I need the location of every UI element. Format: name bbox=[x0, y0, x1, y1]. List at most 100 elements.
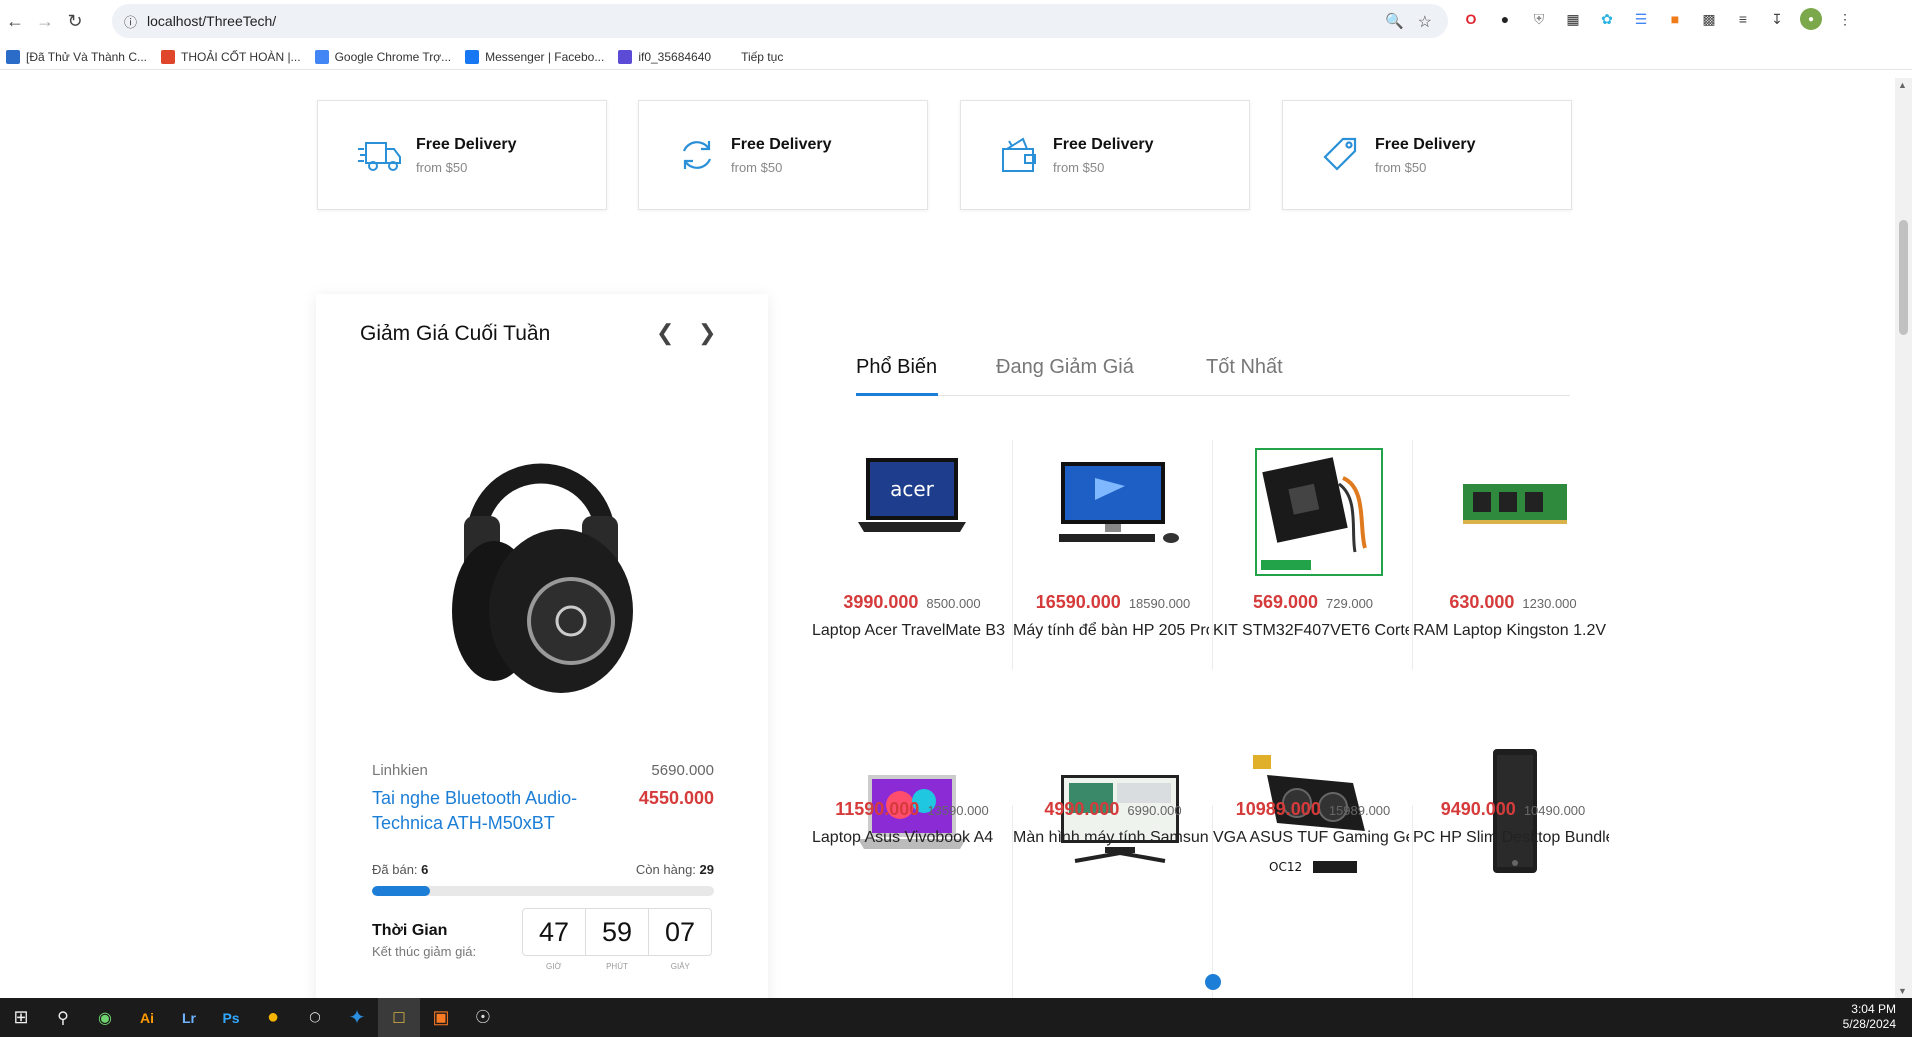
bookmarks-bar: [Đã Thử Và Thành C... THOẢI CỐT HOÀN |...… bbox=[0, 44, 1912, 70]
stock-count: Còn hàng: 29 bbox=[635, 862, 714, 877]
product-old-price: 10490.000 bbox=[1523, 803, 1586, 818]
chrome-icon[interactable]: ● bbox=[252, 998, 294, 1037]
page-scrollbar[interactable]: ▲ ▼ bbox=[1895, 78, 1912, 998]
search-icon[interactable]: ⚲ bbox=[42, 998, 84, 1037]
bookmark-item[interactable]: Tiếp tục bbox=[741, 50, 783, 64]
product-tabs: Phổ Biến Đang Giảm Giá Tốt Nhất bbox=[856, 356, 1570, 396]
zoom-icon[interactable]: 🔍 bbox=[1385, 12, 1404, 32]
extension-icon[interactable]: ● bbox=[1494, 8, 1516, 30]
vscode-icon[interactable]: ✦ bbox=[336, 998, 378, 1037]
time-sublabel: Kết thúc giảm giá: bbox=[372, 944, 477, 959]
ram-stick-image[interactable] bbox=[1455, 448, 1571, 558]
feature-box: Free Delivery from $50 bbox=[1282, 100, 1572, 210]
system-clock[interactable]: 3:04 PM 5/28/2024 bbox=[1843, 1002, 1896, 1032]
product-new-price: 9490.000 bbox=[1440, 799, 1516, 819]
feature-title: Free Delivery bbox=[731, 135, 832, 153]
desktop-hp-image[interactable] bbox=[1055, 448, 1185, 558]
url-text[interactable]: localhost/ThreeTech/ bbox=[147, 13, 276, 29]
scrollbar-thumb[interactable] bbox=[1899, 220, 1908, 335]
reload-icon[interactable]: ↻ bbox=[60, 6, 90, 36]
weekend-deal-card: Giảm Giá Cuối Tuần ❮ ❯ Linhkien 5690.000… bbox=[316, 294, 768, 998]
app-green-icon[interactable]: ◉ bbox=[84, 998, 126, 1037]
bookmark-item[interactable]: THOẢI CỐT HOÀN |... bbox=[160, 49, 301, 64]
product-card[interactable]: 569.000 729.000 KIT STM32F407VET6 Cortex bbox=[1212, 440, 1412, 670]
countdown-seconds: 07 bbox=[664, 916, 696, 947]
bookmark-star-icon[interactable]: ☆ bbox=[1418, 12, 1432, 32]
address-bar[interactable]: ⓘ localhost/ThreeTech/ 🔍 ☆ bbox=[112, 4, 1448, 38]
product-card[interactable]: acer 3990.000 8500.000 Laptop Acer Travel… bbox=[812, 440, 1012, 670]
bookmark-favicon-icon bbox=[160, 49, 175, 64]
scroll-down-icon[interactable]: ▼ bbox=[1898, 986, 1907, 996]
product-name[interactable]: VGA ASUS TUF Gaming GeForce bbox=[1213, 829, 1409, 847]
windows-start-icon[interactable]: ⊞ bbox=[0, 998, 42, 1037]
bookmark-label: THOẢI CỐT HOÀN |... bbox=[180, 49, 301, 64]
headphone-image[interactable] bbox=[446, 406, 636, 696]
product-card[interactable]: 4990.000 6990.000 Màn hình máy tính Samsu… bbox=[1012, 775, 1212, 998]
bookmark-label: Messenger | Facebo... bbox=[485, 49, 605, 64]
chevron-right-icon[interactable]: ❯ bbox=[698, 320, 716, 346]
product-old-price: 1230.000 bbox=[1522, 596, 1577, 611]
price-tag-icon bbox=[1323, 137, 1357, 171]
bookmark-item[interactable]: Google Chrome Trợ... bbox=[314, 49, 451, 64]
product-new-price: 16590.000 bbox=[1035, 592, 1121, 612]
shield-icon[interactable]: ⛨ bbox=[1528, 8, 1550, 30]
laptop-acer-image[interactable]: acer bbox=[854, 448, 970, 558]
xampp-icon[interactable]: ▣ bbox=[420, 998, 462, 1037]
product-card[interactable]: 11590.000 13590.000 Laptop Asus Vivobook … bbox=[812, 775, 1012, 998]
tab-best[interactable]: Tốt Nhất bbox=[1206, 356, 1283, 379]
feature-box: Free Delivery from $50 bbox=[960, 100, 1250, 210]
product-name[interactable]: PC HP Slim Desktop Bundle bbox=[1413, 829, 1609, 847]
bookmark-item[interactable]: Messenger | Facebo... bbox=[465, 49, 605, 64]
photoshop-icon[interactable]: Ps bbox=[210, 998, 252, 1037]
illustrator-icon[interactable]: Ai bbox=[126, 998, 168, 1037]
product-name[interactable]: KIT STM32F407VET6 Cortex bbox=[1213, 622, 1409, 640]
file-explorer-icon[interactable]: □ bbox=[378, 998, 420, 1037]
product-card[interactable]: 16590.000 18590.000 Máy tính để bàn HP 20… bbox=[1012, 440, 1212, 670]
laptop-asus-image[interactable] bbox=[854, 769, 970, 879]
bookmark-item[interactable]: if0_35684640 bbox=[618, 49, 711, 64]
more-icon[interactable]: ⋮ bbox=[1834, 8, 1856, 30]
product-name[interactable]: Máy tính để bàn HP 205 Pro bbox=[1013, 622, 1209, 640]
download-icon[interactable]: ↧ bbox=[1766, 8, 1788, 30]
monitor-samsung-image[interactable] bbox=[1055, 765, 1185, 875]
bookmark-favicon-icon bbox=[6, 49, 20, 64]
zalo-icon[interactable]: ◯ bbox=[294, 998, 336, 1037]
tab-popular[interactable]: Phổ Biến bbox=[856, 356, 937, 379]
forward-icon[interactable]: → bbox=[30, 6, 60, 36]
product-card[interactable]: 630.000 1230.000 RAM Laptop Kingston 1.2V… bbox=[1412, 440, 1612, 670]
lightroom-icon[interactable]: Lr bbox=[168, 998, 210, 1037]
product-card[interactable]: 9490.000 10490.000 PC HP Slim Desktop Bun… bbox=[1412, 749, 1612, 998]
product-name[interactable]: Laptop Acer TravelMate B3 bbox=[812, 622, 1008, 640]
puzzle-icon[interactable]: ▩ bbox=[1698, 8, 1720, 30]
chevron-left-icon[interactable]: ❮ bbox=[656, 320, 674, 346]
product-card[interactable]: OC12 10989.000 15989.000 VGA ASUS TUF Gam… bbox=[1212, 755, 1412, 998]
avatar[interactable]: ● bbox=[1800, 8, 1822, 30]
feature-title: Free Delivery bbox=[416, 135, 517, 153]
stm32-kit-image[interactable] bbox=[1255, 448, 1383, 576]
taskbar: ⊞ ⚲ ◉ Ai Lr Ps ● ◯ ✦ □ ▣ ☉ 3:04 PM 5/28/… bbox=[0, 998, 1912, 1037]
product-name[interactable]: Màn hình máy tính Samsung bbox=[1013, 829, 1209, 847]
product-name[interactable]: Laptop Asus Vivobook A4 bbox=[812, 829, 1008, 847]
unit-minutes: PHÚT bbox=[606, 962, 628, 971]
scroll-up-icon[interactable]: ▲ bbox=[1898, 80, 1907, 90]
reading-list-icon[interactable]: ≡ bbox=[1732, 8, 1754, 30]
bookmark-favicon-icon bbox=[618, 49, 633, 64]
product-new-price: 4990.000 bbox=[1044, 799, 1120, 819]
carousel-dot[interactable] bbox=[1205, 974, 1221, 990]
countdown-timer: 47 59 07 bbox=[522, 908, 712, 956]
site-info-icon[interactable]: ⓘ bbox=[124, 12, 137, 31]
page-content: Free Delivery from $50 Free Delivery from … bbox=[0, 78, 1895, 998]
translate-icon[interactable]: ☰ bbox=[1630, 8, 1652, 30]
extension-icon[interactable]: ■ bbox=[1664, 8, 1686, 30]
back-icon[interactable]: ← bbox=[0, 6, 30, 36]
bookmark-item[interactable]: [Đã Thử Và Thành C... bbox=[6, 49, 147, 64]
tab-on-sale[interactable]: Đang Giảm Giá bbox=[996, 356, 1134, 379]
countdown-units: GIỜ PHÚT GIÂY bbox=[522, 962, 712, 971]
extension-icon[interactable]: ▦ bbox=[1562, 8, 1584, 30]
product-name[interactable]: RAM Laptop Kingston 1.2V 8GB bbox=[1413, 622, 1609, 640]
opera-extension-icon[interactable]: O bbox=[1460, 8, 1482, 30]
extension-icon[interactable]: ✿ bbox=[1596, 8, 1618, 30]
deal-product-name[interactable]: Tai nghe Bluetooth Audio-Technica ATH-M5… bbox=[372, 786, 612, 836]
obs-icon[interactable]: ☉ bbox=[462, 998, 504, 1037]
deal-new-price: 4550.000 bbox=[638, 788, 714, 808]
